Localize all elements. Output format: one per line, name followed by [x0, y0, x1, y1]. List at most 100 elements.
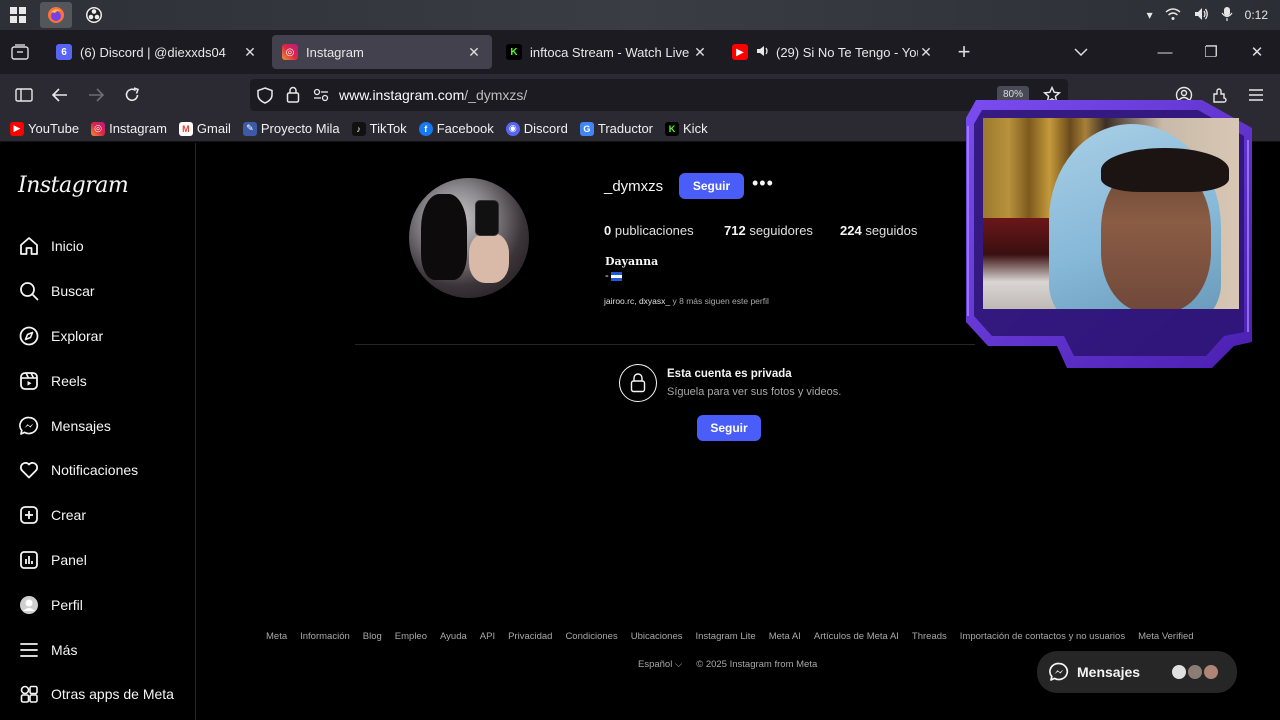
- footer-link[interactable]: API: [480, 631, 495, 642]
- footer-link[interactable]: Información: [300, 631, 350, 642]
- footer-link[interactable]: Importación de contactos y no usuarios: [960, 631, 1125, 642]
- footer-link[interactable]: Ayuda: [440, 631, 467, 642]
- language-select[interactable]: Español ⌵: [638, 659, 682, 670]
- sidebar-toggle-icon[interactable]: [12, 83, 36, 107]
- shield-icon[interactable]: [257, 87, 273, 109]
- footer-link[interactable]: Threads: [912, 631, 947, 642]
- sidebar-item-notificaciones[interactable]: Notificaciones: [0, 450, 196, 490]
- followers-count[interactable]: 712 seguidores: [724, 223, 813, 238]
- followed-by-text[interactable]: jairoo.rc, dxyasx_ y 8 más siguen este p…: [604, 296, 769, 306]
- home-icon: [18, 235, 40, 257]
- sidebar-item-panel[interactable]: Panel: [0, 540, 196, 580]
- url-text[interactable]: www.instagram.com/_dymxzs/: [339, 87, 527, 103]
- profile-username: _dymxzs: [604, 178, 664, 195]
- private-account-subtitle: Síguela para ver sus fotos y videos.: [667, 386, 842, 398]
- close-tab-icon[interactable]: ✕: [242, 44, 258, 61]
- heart-icon: [18, 459, 40, 481]
- speaker-icon[interactable]: [756, 45, 770, 60]
- sidebar-item-otras-apps[interactable]: Otras apps de Meta: [0, 674, 196, 714]
- sidebar-item-mensajes[interactable]: Mensajes: [0, 406, 196, 446]
- instagram-logo[interactable]: Instagram: [18, 173, 129, 198]
- profile-avatar[interactable]: [409, 178, 529, 298]
- kick-favicon-icon: K: [506, 44, 522, 60]
- tab-kick[interactable]: K inftoca Stream - Watch Live on K ✕: [496, 35, 718, 69]
- sidebar-item-perfil[interactable]: Perfil: [0, 585, 196, 625]
- more-options-icon[interactable]: •••: [752, 174, 774, 196]
- chevron-up-icon[interactable]: ▾: [1147, 8, 1153, 22]
- bookmark-instagram[interactable]: ◎ Instagram: [91, 121, 167, 136]
- discord-icon: ◉: [505, 121, 520, 136]
- new-tab-button[interactable]: +: [941, 30, 987, 74]
- microphone-icon[interactable]: [1221, 6, 1233, 25]
- bookmark-discord[interactable]: ◉ Discord: [505, 121, 568, 136]
- reload-button[interactable]: [120, 83, 144, 107]
- tab-discord[interactable]: 6 (6) Discord | @diexxds04 ✕: [46, 35, 268, 69]
- footer-link[interactable]: Meta AI: [769, 631, 801, 642]
- forward-button[interactable]: [84, 83, 108, 107]
- bookmark-youtube[interactable]: ▶ YouTube: [10, 121, 79, 136]
- discord-favicon-icon: 6: [56, 44, 72, 60]
- footer-link[interactable]: Meta: [266, 631, 287, 642]
- sidebar-item-buscar[interactable]: Buscar: [0, 271, 196, 311]
- minimize-button[interactable]: —: [1142, 30, 1188, 74]
- menu-icon: [18, 639, 40, 661]
- windows-start-icon[interactable]: [10, 7, 26, 23]
- messages-pill-label: Mensajes: [1077, 664, 1141, 680]
- lock-icon[interactable]: [286, 86, 300, 108]
- footer-link[interactable]: Instagram Lite: [695, 631, 755, 642]
- chart-icon: [18, 549, 40, 571]
- tab-groups-icon[interactable]: [8, 40, 32, 64]
- permissions-icon[interactable]: [313, 88, 329, 107]
- close-tab-icon[interactable]: ✕: [466, 44, 482, 61]
- sidebar-item-label: Otras apps de Meta: [51, 686, 174, 702]
- clock[interactable]: 0:12: [1245, 8, 1268, 22]
- close-window-button[interactable]: ✕: [1234, 30, 1280, 74]
- bookmark-proyecto-mila[interactable]: ✎ Proyecto Mila: [242, 121, 340, 136]
- bookmark-tiktok[interactable]: ♪ TikTok: [351, 121, 407, 136]
- sidebar-item-label: Reels: [51, 373, 87, 389]
- close-tab-icon[interactable]: ✕: [918, 44, 934, 61]
- footer-link[interactable]: Privacidad: [508, 631, 552, 642]
- messages-pill[interactable]: Mensajes: [1037, 651, 1237, 693]
- youtube-icon: ▶: [10, 121, 24, 136]
- obs-taskbar-icon[interactable]: [78, 2, 110, 28]
- sidebar-item-label: Más: [51, 642, 78, 658]
- reels-icon: [18, 370, 40, 392]
- address-bar[interactable]: www.instagram.com/_dymxzs/ 80%: [250, 79, 1068, 111]
- bookmark-facebook[interactable]: f Facebook: [418, 121, 494, 136]
- profile-bio: -: [605, 270, 622, 282]
- list-tabs-chevron-icon[interactable]: [1058, 30, 1104, 74]
- footer-link[interactable]: Condiciones: [565, 631, 617, 642]
- close-tab-icon[interactable]: ✕: [692, 44, 708, 61]
- webcam-video: [983, 118, 1239, 309]
- bookmark-gmail[interactable]: M Gmail: [178, 121, 231, 136]
- sidebar-item-mas[interactable]: Más: [0, 630, 196, 670]
- firefox-taskbar-icon[interactable]: [40, 2, 72, 28]
- follow-private-button[interactable]: Seguir: [697, 415, 761, 441]
- volume-icon[interactable]: [1193, 7, 1209, 24]
- follow-button[interactable]: Seguir: [679, 173, 744, 199]
- footer-link[interactable]: Empleo: [395, 631, 427, 642]
- bookmark-traductor[interactable]: G Traductor: [579, 121, 653, 136]
- sidebar-item-inicio[interactable]: Inicio: [0, 226, 196, 266]
- footer-link[interactable]: Ubicaciones: [631, 631, 683, 642]
- footer-link[interactable]: Blog: [363, 631, 382, 642]
- restore-button[interactable]: ❐: [1188, 30, 1234, 74]
- sidebar-item-crear[interactable]: Crear: [0, 495, 196, 535]
- tab-youtube[interactable]: ▶ (29) Si No Te Tengo - YouTu ✕: [722, 35, 944, 69]
- chevron-down-icon: ⌵: [674, 659, 683, 670]
- private-account-title: Esta cuenta es privada: [667, 368, 792, 380]
- bookmark-kick[interactable]: K Kick: [665, 121, 708, 136]
- footer-link[interactable]: Meta Verified: [1138, 631, 1193, 642]
- plus-square-icon: [18, 504, 40, 526]
- sidebar-item-label: Notificaciones: [51, 462, 139, 478]
- footer-link[interactable]: Artículos de Meta AI: [814, 631, 899, 642]
- instagram-icon: ◎: [91, 121, 106, 136]
- back-button[interactable]: [48, 83, 72, 107]
- following-count[interactable]: 224 seguidos: [840, 223, 917, 238]
- network-icon[interactable]: [1165, 7, 1181, 24]
- sidebar-item-explorar[interactable]: Explorar: [0, 316, 196, 356]
- sidebar-item-reels[interactable]: Reels: [0, 361, 196, 401]
- tab-instagram[interactable]: ◎ Instagram ✕: [272, 35, 492, 69]
- feather-icon: ✎: [242, 121, 257, 136]
